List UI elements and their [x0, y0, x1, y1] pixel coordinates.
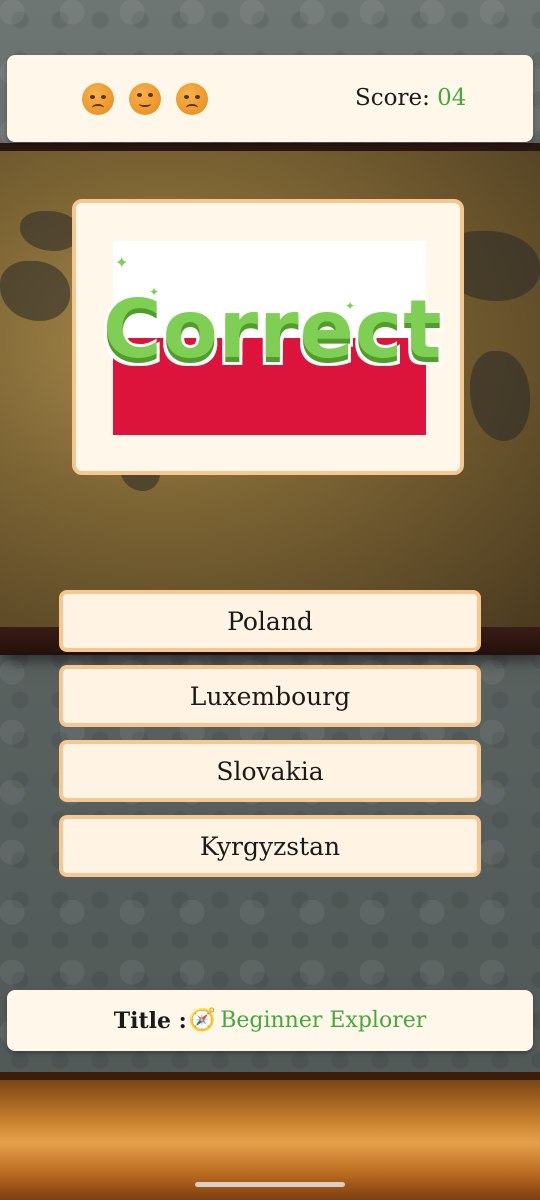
wooden-floor [0, 1072, 540, 1200]
score-value: 04 [437, 85, 467, 111]
status-bar: Score: 04 [7, 55, 533, 142]
sad-face-icon [176, 83, 208, 115]
title-value: Beginner Explorer [220, 1008, 427, 1033]
score-display: Score: 04 [355, 85, 466, 111]
answer-button-poland[interactable]: Poland [59, 590, 481, 652]
score-label: Score: [355, 85, 430, 111]
correct-feedback-text: Correct [103, 283, 443, 376]
answer-button-slovakia[interactable]: Slovakia [59, 740, 481, 802]
home-indicator[interactable] [195, 1182, 345, 1187]
player-title-bar: Title : 🧭 Beginner Explorer [7, 990, 533, 1051]
answer-button-kyrgyzstan[interactable]: Kyrgyzstan [59, 815, 481, 877]
flag-image: ✦ ✦ ✦ Correct [103, 241, 442, 435]
compass-icon: 🧭 [188, 1008, 217, 1033]
sparkle-icon: ✦ [115, 253, 129, 272]
flag-card: ✦ ✦ ✦ Correct [72, 199, 464, 475]
rolling-eyes-face-icon [129, 83, 161, 115]
unamused-face-icon [82, 83, 114, 115]
title-label: Title : [113, 1007, 187, 1034]
answer-button-luxembourg[interactable]: Luxembourg [59, 665, 481, 727]
